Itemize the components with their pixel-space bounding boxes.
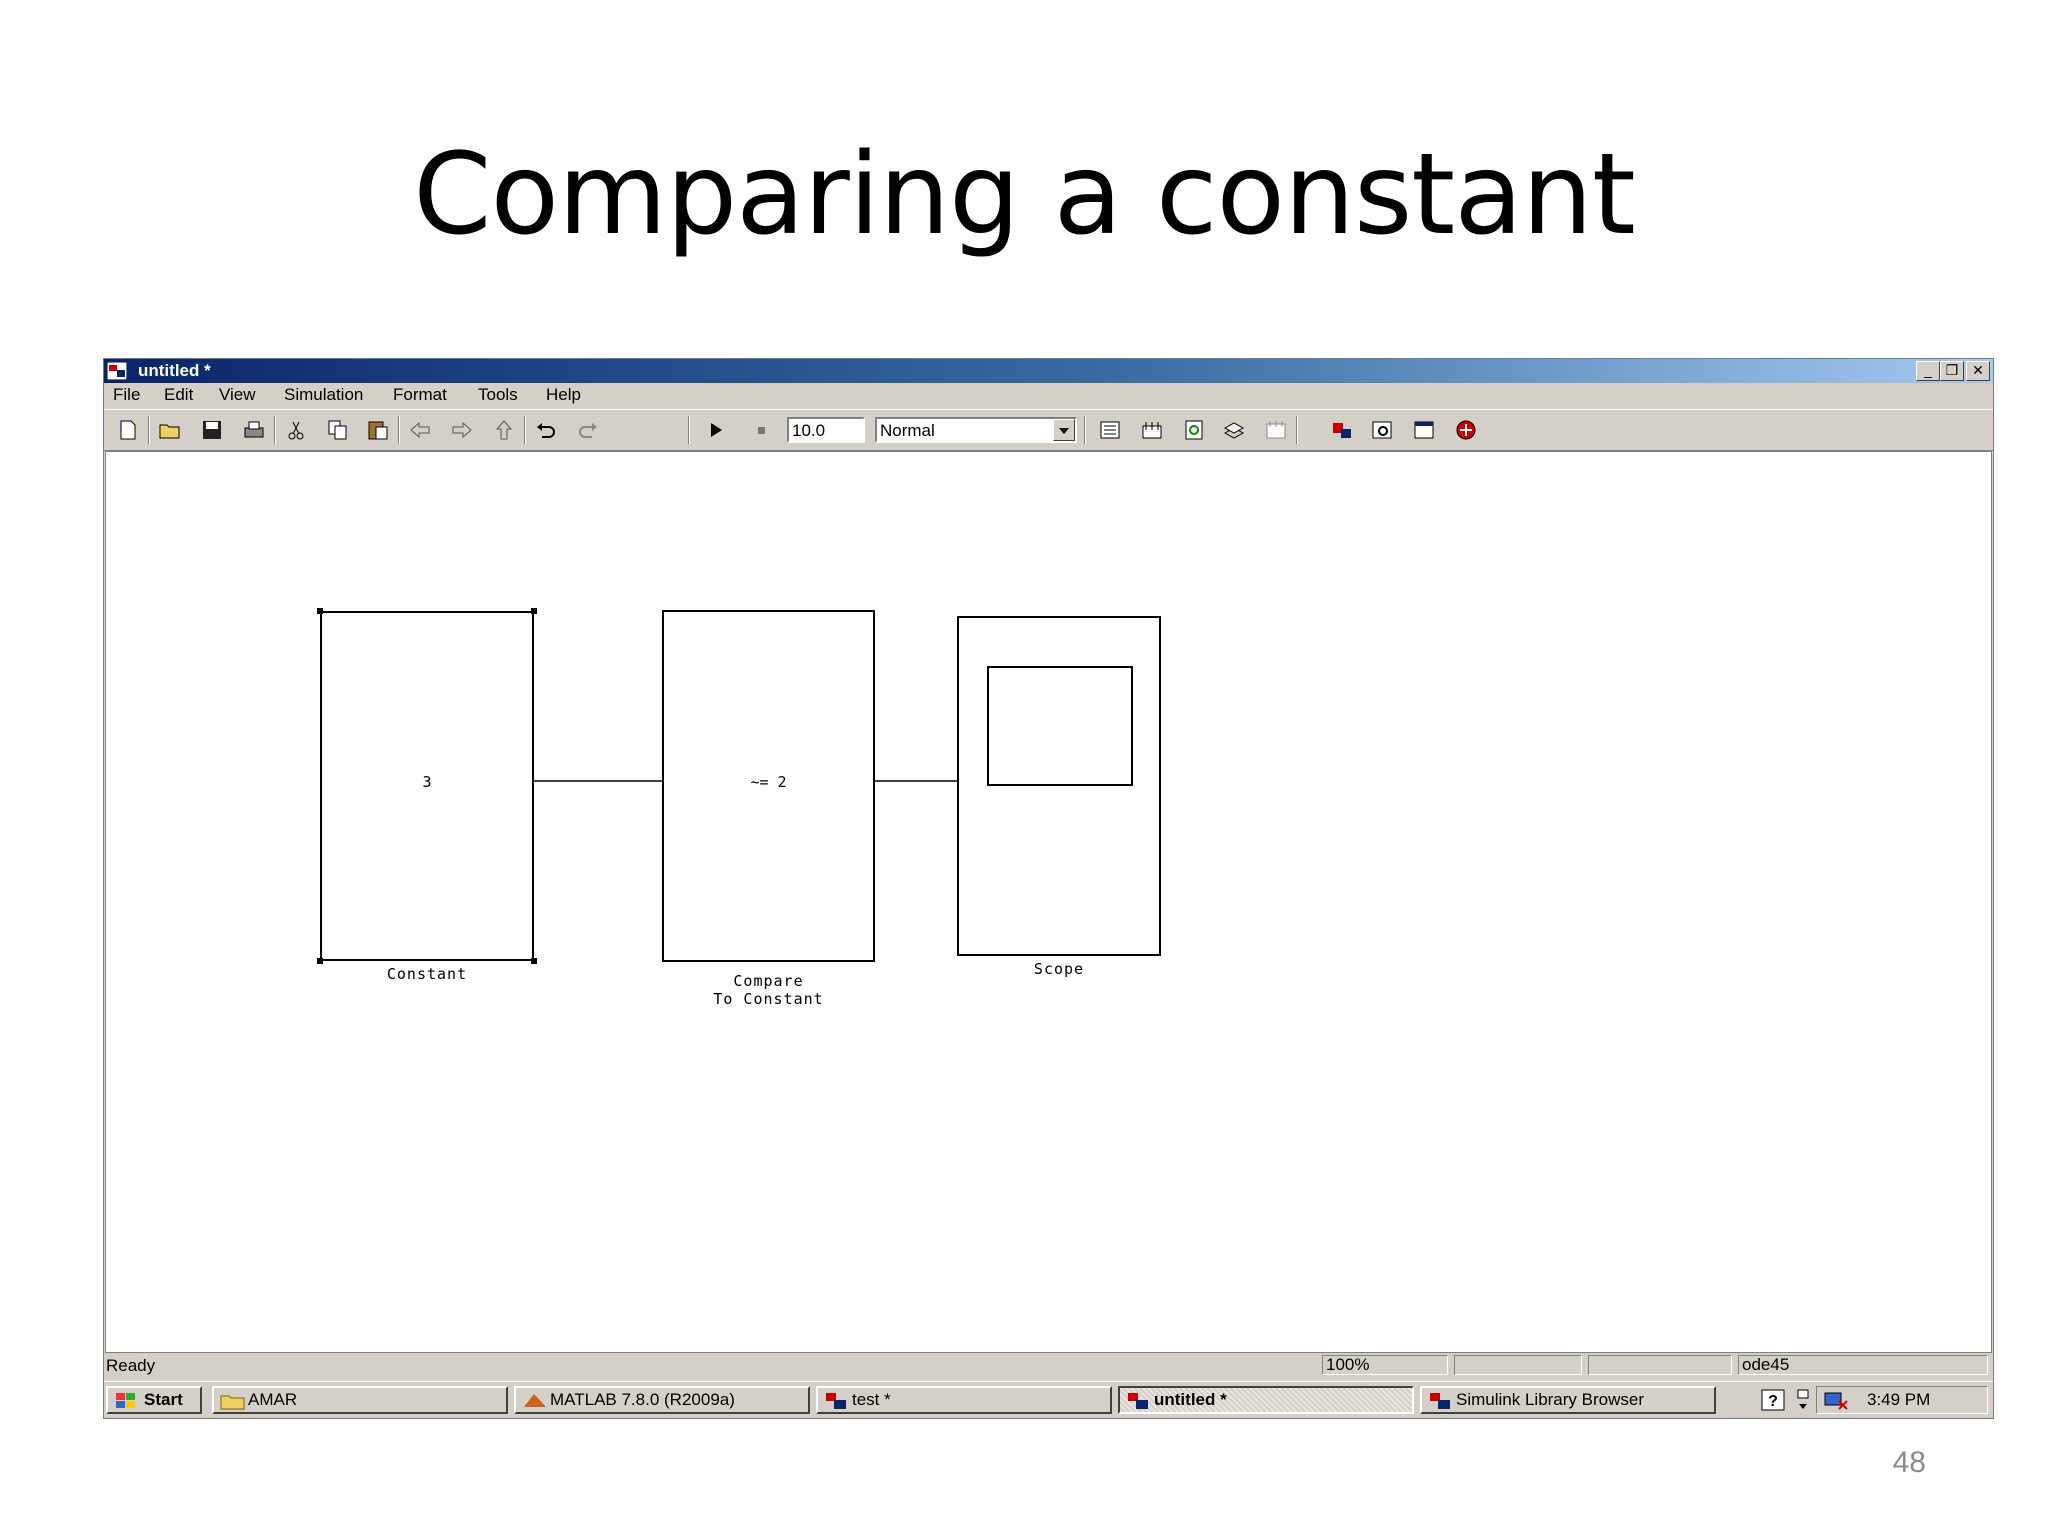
compare-expression: ~= 2 bbox=[750, 773, 787, 791]
menu-view[interactable]: View bbox=[219, 385, 256, 405]
start-button[interactable]: Start bbox=[106, 1386, 202, 1414]
copy-icon[interactable] bbox=[326, 418, 350, 442]
selection-handle[interactable] bbox=[531, 608, 537, 614]
toolbar-separator bbox=[688, 416, 690, 444]
start-label: Start bbox=[144, 1390, 183, 1409]
title-bar[interactable]: untitled * _ ❐ ✕ bbox=[104, 359, 1993, 383]
properties-icon[interactable] bbox=[1412, 418, 1436, 442]
library-icon[interactable] bbox=[1222, 418, 1246, 442]
selection-handle[interactable] bbox=[317, 608, 323, 614]
constant-label[interactable]: Constant bbox=[320, 965, 534, 983]
save-icon[interactable] bbox=[200, 418, 224, 442]
toolbar-separator bbox=[524, 416, 526, 444]
task-test[interactable]: test * bbox=[816, 1386, 1112, 1414]
new-icon[interactable] bbox=[116, 418, 140, 442]
page-number: 48 bbox=[1892, 1446, 1926, 1479]
simulink-icon bbox=[1430, 1393, 1450, 1409]
stop-time-input[interactable]: 10.0 bbox=[787, 417, 865, 443]
restore-button[interactable]: ❐ bbox=[1940, 361, 1964, 381]
status-cell-empty bbox=[1588, 1355, 1732, 1375]
svg-text:?: ? bbox=[1768, 1393, 1778, 1410]
task-label: test * bbox=[852, 1390, 891, 1409]
task-amar[interactable]: AMAR bbox=[212, 1386, 508, 1414]
compare-label-line1[interactable]: Compare bbox=[662, 972, 875, 990]
task-label: Simulink Library Browser bbox=[1456, 1390, 1644, 1409]
help-icon[interactable]: ? bbox=[1760, 1388, 1786, 1412]
chevron-down-icon[interactable] bbox=[1053, 419, 1075, 441]
model-canvas[interactable]: 3 Constant ~= 2 Compare To Constant Scop… bbox=[105, 451, 1992, 1353]
open-icon[interactable] bbox=[158, 418, 182, 442]
task-label: AMAR bbox=[248, 1390, 298, 1409]
update-icon[interactable] bbox=[1140, 418, 1164, 442]
print-icon[interactable] bbox=[242, 418, 266, 442]
system-tray: 3:49 PM bbox=[1816, 1386, 1988, 1414]
close-button[interactable]: ✕ bbox=[1966, 361, 1990, 381]
solver-name: ode45 bbox=[1738, 1355, 1988, 1375]
minimize-button[interactable]: _ bbox=[1916, 361, 1940, 381]
browser-icon[interactable] bbox=[1370, 418, 1394, 442]
matlab-icon bbox=[524, 1394, 546, 1407]
back-icon[interactable] bbox=[408, 418, 432, 442]
simulation-mode-select[interactable]: Normal bbox=[875, 417, 1077, 443]
up-icon[interactable] bbox=[492, 418, 516, 442]
simulink-app-icon bbox=[107, 362, 127, 380]
menu-simulation[interactable]: Simulation bbox=[284, 385, 363, 405]
forward-icon[interactable] bbox=[450, 418, 474, 442]
selection-handle[interactable] bbox=[531, 958, 537, 964]
folder-icon bbox=[220, 1395, 245, 1410]
paste-icon[interactable] bbox=[366, 418, 390, 442]
simulink-icon bbox=[1128, 1393, 1148, 1409]
stop-icon[interactable] bbox=[750, 418, 774, 442]
windows-logo-icon bbox=[116, 1393, 135, 1408]
scope-screen bbox=[987, 666, 1133, 786]
refresh-icon[interactable] bbox=[1182, 418, 1206, 442]
toolbar-separator bbox=[148, 416, 150, 444]
clock[interactable]: 3:49 PM bbox=[1867, 1390, 1930, 1410]
play-icon[interactable] bbox=[704, 418, 728, 442]
compare-label-line2[interactable]: To Constant bbox=[662, 990, 875, 1008]
window-title: untitled * bbox=[138, 361, 211, 380]
advisor-icon[interactable] bbox=[1454, 418, 1478, 442]
task-library-browser[interactable]: Simulink Library Browser bbox=[1420, 1386, 1716, 1414]
zoom-level: 100% bbox=[1322, 1355, 1448, 1375]
network-icon[interactable] bbox=[1823, 1389, 1851, 1411]
menu-file[interactable]: File bbox=[113, 385, 140, 405]
build-icon[interactable] bbox=[1098, 418, 1122, 442]
cut-icon[interactable] bbox=[284, 418, 308, 442]
toolbar-separator bbox=[1084, 416, 1086, 444]
undo-icon[interactable] bbox=[534, 418, 558, 442]
constant-value: 3 bbox=[422, 773, 432, 791]
menu-bar: File Edit View Simulation Format Tools H… bbox=[104, 383, 1993, 407]
toolbar: 10.0 Normal bbox=[104, 409, 1993, 451]
simulink-icon bbox=[826, 1393, 846, 1409]
status-cell-empty bbox=[1454, 1355, 1582, 1375]
debug-icon[interactable] bbox=[1330, 418, 1354, 442]
simulink-window: untitled * _ ❐ ✕ File Edit View Simulati… bbox=[103, 358, 1994, 1419]
toolbar-separator bbox=[398, 416, 400, 444]
slide-title: Comparing a constant bbox=[413, 130, 1636, 260]
status-bar: Ready 100% ode45 bbox=[104, 1353, 1993, 1379]
compare-to-constant-block[interactable]: ~= 2 bbox=[662, 610, 875, 962]
simulation-mode-value: Normal bbox=[880, 421, 935, 440]
chevron-down-icon[interactable] bbox=[1794, 1388, 1812, 1412]
menu-tools[interactable]: Tools bbox=[478, 385, 518, 405]
task-label: untitled * bbox=[1154, 1390, 1227, 1409]
toolbar-separator bbox=[1296, 416, 1298, 444]
task-matlab[interactable]: MATLAB 7.8.0 (R2009a) bbox=[514, 1386, 810, 1414]
selection-handle[interactable] bbox=[317, 958, 323, 964]
redo-icon[interactable] bbox=[576, 418, 600, 442]
model-explorer-icon[interactable] bbox=[1264, 418, 1288, 442]
menu-format[interactable]: Format bbox=[393, 385, 447, 405]
task-untitled[interactable]: untitled * bbox=[1118, 1386, 1414, 1414]
scope-block[interactable] bbox=[957, 616, 1161, 956]
scope-label[interactable]: Scope bbox=[957, 960, 1161, 978]
status-text: Ready bbox=[106, 1356, 156, 1375]
taskbar: Start AMAR MATLAB 7.8.0 (R2009a) test * … bbox=[104, 1381, 1993, 1418]
toolbar-separator bbox=[274, 416, 276, 444]
menu-help[interactable]: Help bbox=[546, 385, 581, 405]
task-label: MATLAB 7.8.0 (R2009a) bbox=[550, 1390, 735, 1409]
menu-edit[interactable]: Edit bbox=[164, 385, 193, 405]
constant-block[interactable]: 3 bbox=[320, 611, 534, 961]
